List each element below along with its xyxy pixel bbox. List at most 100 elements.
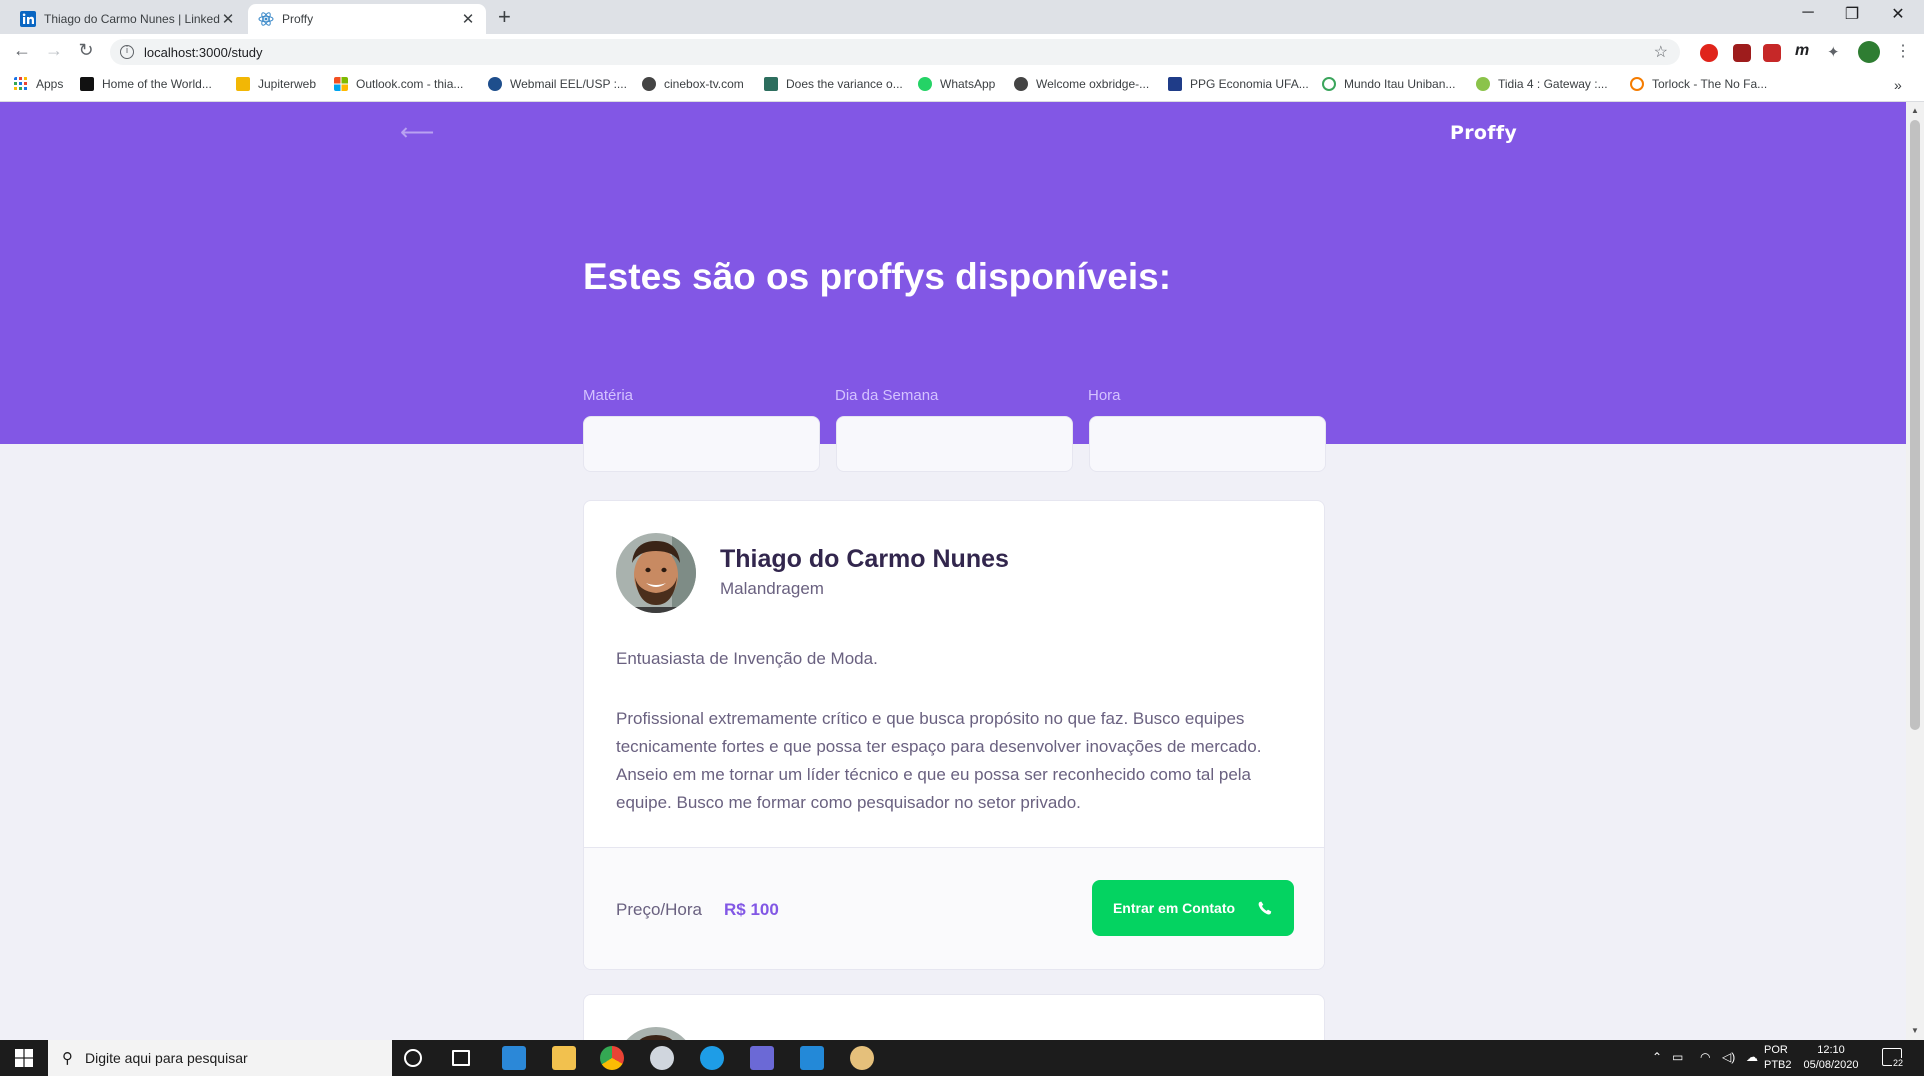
task-view-icon[interactable]: [452, 1050, 470, 1066]
back-arrow-icon[interactable]: ⟵: [400, 118, 434, 146]
bookmark-label: Does the variance o...: [786, 77, 903, 91]
bookmark-tidia[interactable]: Tidia 4 : Gateway :...: [1476, 77, 1608, 91]
time-filter-input[interactable]: [1089, 416, 1326, 472]
weekday-filter-label: Dia da Semana: [835, 387, 939, 404]
bookmark-mundo-itau[interactable]: Mundo Itau Uniban...: [1322, 77, 1455, 91]
cortana-icon[interactable]: [404, 1049, 422, 1067]
teacher-card: Thiago do Carmo Nunes Malandragem Entuas…: [583, 500, 1325, 970]
close-window-button[interactable]: ✕: [1878, 4, 1918, 24]
bookmark-label: Apps: [36, 77, 64, 91]
teams-app-icon[interactable]: [750, 1046, 774, 1070]
scroll-up-icon[interactable]: ▲: [1911, 106, 1919, 115]
extensions-puzzle-icon[interactable]: ✦: [1827, 43, 1845, 61]
windows-logo-icon: [15, 1049, 33, 1067]
battery-icon[interactable]: ▭: [1672, 1050, 1683, 1064]
contact-button[interactable]: Entrar em Contato: [1092, 880, 1294, 936]
start-button[interactable]: [0, 1040, 48, 1076]
volume-icon[interactable]: ◁): [1722, 1050, 1735, 1064]
browser-tab-linkedin[interactable]: Thiago do Carmo Nunes | LinkedIn ✕: [10, 4, 246, 34]
wifi-icon[interactable]: ◠: [1700, 1050, 1710, 1064]
edge-app-icon[interactable]: [700, 1046, 724, 1070]
more-bookmarks-icon[interactable]: »: [1894, 77, 1902, 93]
scroll-thumb[interactable]: [1910, 120, 1920, 730]
mail-app-icon[interactable]: [502, 1046, 526, 1070]
address-bar[interactable]: i localhost:3000/study ☆: [110, 39, 1680, 65]
bookmark-oxbridge[interactable]: Welcome oxbridge-...: [1014, 77, 1149, 91]
extension-icon[interactable]: [1763, 44, 1781, 62]
bookmark-label: Jupiterweb: [258, 77, 317, 91]
vscode-app-icon[interactable]: [800, 1046, 824, 1070]
scroll-down-icon[interactable]: ▼: [1911, 1026, 1919, 1035]
whatsapp-icon: [918, 77, 932, 91]
bookmark-stackexchange[interactable]: Does the variance o...: [764, 77, 903, 91]
page-scrollbar[interactable]: ▲ ▼: [1906, 102, 1924, 1040]
notification-count: 22: [1892, 1058, 1905, 1068]
globe-icon: [642, 77, 656, 91]
close-tab-icon[interactable]: ✕: [220, 10, 236, 28]
microsoft-icon: [334, 77, 348, 91]
keyboard-language[interactable]: POR PTB2: [1764, 1043, 1792, 1073]
bookmark-label: Home of the World...: [102, 77, 212, 91]
browser-toolbar: ← → ↻ i localhost:3000/study ☆ m ✦ ⋮: [0, 34, 1924, 70]
site-info-icon[interactable]: i: [120, 45, 134, 59]
reload-icon[interactable]: ↻: [74, 40, 98, 61]
teacher-bio: Profissional extremamente crítico e que …: [616, 709, 1262, 812]
tab-title: Proffy: [282, 12, 314, 26]
react-icon: [258, 12, 274, 26]
contact-button-label: Entrar em Contato: [1112, 900, 1236, 916]
taskbar-search-box[interactable]: ⚲ Digite aqui para pesquisar: [48, 1040, 392, 1076]
back-icon[interactable]: ←: [10, 40, 34, 61]
bookmark-whatsapp[interactable]: WhatsApp: [918, 77, 995, 91]
weekday-filter-input[interactable]: [836, 416, 1073, 472]
bookmark-outlook[interactable]: Outlook.com - thia...: [334, 77, 463, 91]
forward-icon[interactable]: →: [42, 40, 66, 61]
file-explorer-icon[interactable]: [552, 1046, 576, 1070]
restore-button[interactable]: ❐: [1832, 4, 1872, 24]
time-filter-label: Hora: [1088, 387, 1121, 404]
mendeley-extension-icon[interactable]: m: [1795, 42, 1815, 60]
taskbar-app-icon[interactable]: [650, 1046, 674, 1070]
bookmark-label: PPG Economia UFA...: [1190, 77, 1309, 91]
close-tab-icon[interactable]: ✕: [460, 10, 476, 28]
bookmarks-bar: Apps Home of the World... Jupiterweb Out…: [0, 70, 1924, 102]
clock-time: 12:10: [1817, 1044, 1845, 1056]
paint-app-icon[interactable]: [850, 1046, 874, 1070]
keyboard-layout: PTB2: [1764, 1059, 1792, 1071]
bookmark-label: Webmail EEL/USP :...: [510, 77, 627, 91]
globe-icon: [488, 77, 502, 91]
bookmark-label: WhatsApp: [940, 77, 996, 91]
bookmark-label: Outlook.com - thia...: [356, 77, 464, 91]
subject-filter-label: Matéria: [583, 387, 634, 404]
chrome-app-icon[interactable]: [600, 1046, 624, 1070]
tray-overflow-icon[interactable]: ⌃: [1652, 1050, 1662, 1064]
taskbar-clock[interactable]: 12:10 05/08/2020: [1796, 1043, 1866, 1073]
bookmark-home-of-the-world[interactable]: Home of the World...: [80, 77, 212, 91]
clock-date: 05/08/2020: [1803, 1059, 1859, 1071]
teacher-name: Thiago do Carmo Nunes: [720, 545, 1009, 573]
bookmark-ppg-economia[interactable]: PPG Economia UFA...: [1168, 77, 1309, 91]
minimize-button[interactable]: ─: [1788, 4, 1828, 22]
bookmark-star-icon[interactable]: ☆: [1654, 42, 1668, 62]
price-label: Preço/Hora: [616, 900, 702, 919]
opera-extension-icon[interactable]: [1700, 44, 1718, 62]
bookmark-torlock[interactable]: Torlock - The No Fa...: [1630, 77, 1767, 91]
page-header: ⟵ Proffy Estes são os proffys disponívei…: [0, 102, 1906, 444]
teacher-subject: Malandragem: [720, 579, 824, 598]
onedrive-icon[interactable]: ☁: [1746, 1050, 1758, 1064]
subject-filter-input[interactable]: [583, 416, 820, 472]
price-value: R$ 100: [724, 900, 779, 919]
linkedin-icon: [20, 11, 36, 27]
browser-tab-proffy[interactable]: Proffy ✕: [248, 4, 486, 34]
bookmark-label: Mundo Itau Uniban...: [1344, 77, 1456, 91]
ublock-extension-icon[interactable]: [1733, 44, 1751, 62]
teacher-avatar: [616, 533, 696, 613]
bookmark-webmail-eel[interactable]: Webmail EEL/USP :...: [488, 77, 627, 91]
bookmark-label: Welcome oxbridge-...: [1036, 77, 1150, 91]
profile-avatar[interactable]: [1858, 41, 1880, 63]
bookmark-apps[interactable]: Apps: [14, 77, 63, 91]
taskbar-search-placeholder: Digite aqui para pesquisar: [85, 1050, 248, 1066]
browser-menu-icon[interactable]: ⋮: [1895, 41, 1913, 60]
new-tab-button[interactable]: +: [498, 4, 511, 30]
bookmark-jupiterweb[interactable]: Jupiterweb: [236, 77, 316, 91]
bookmark-cinebox[interactable]: cinebox-tv.com: [642, 77, 744, 91]
